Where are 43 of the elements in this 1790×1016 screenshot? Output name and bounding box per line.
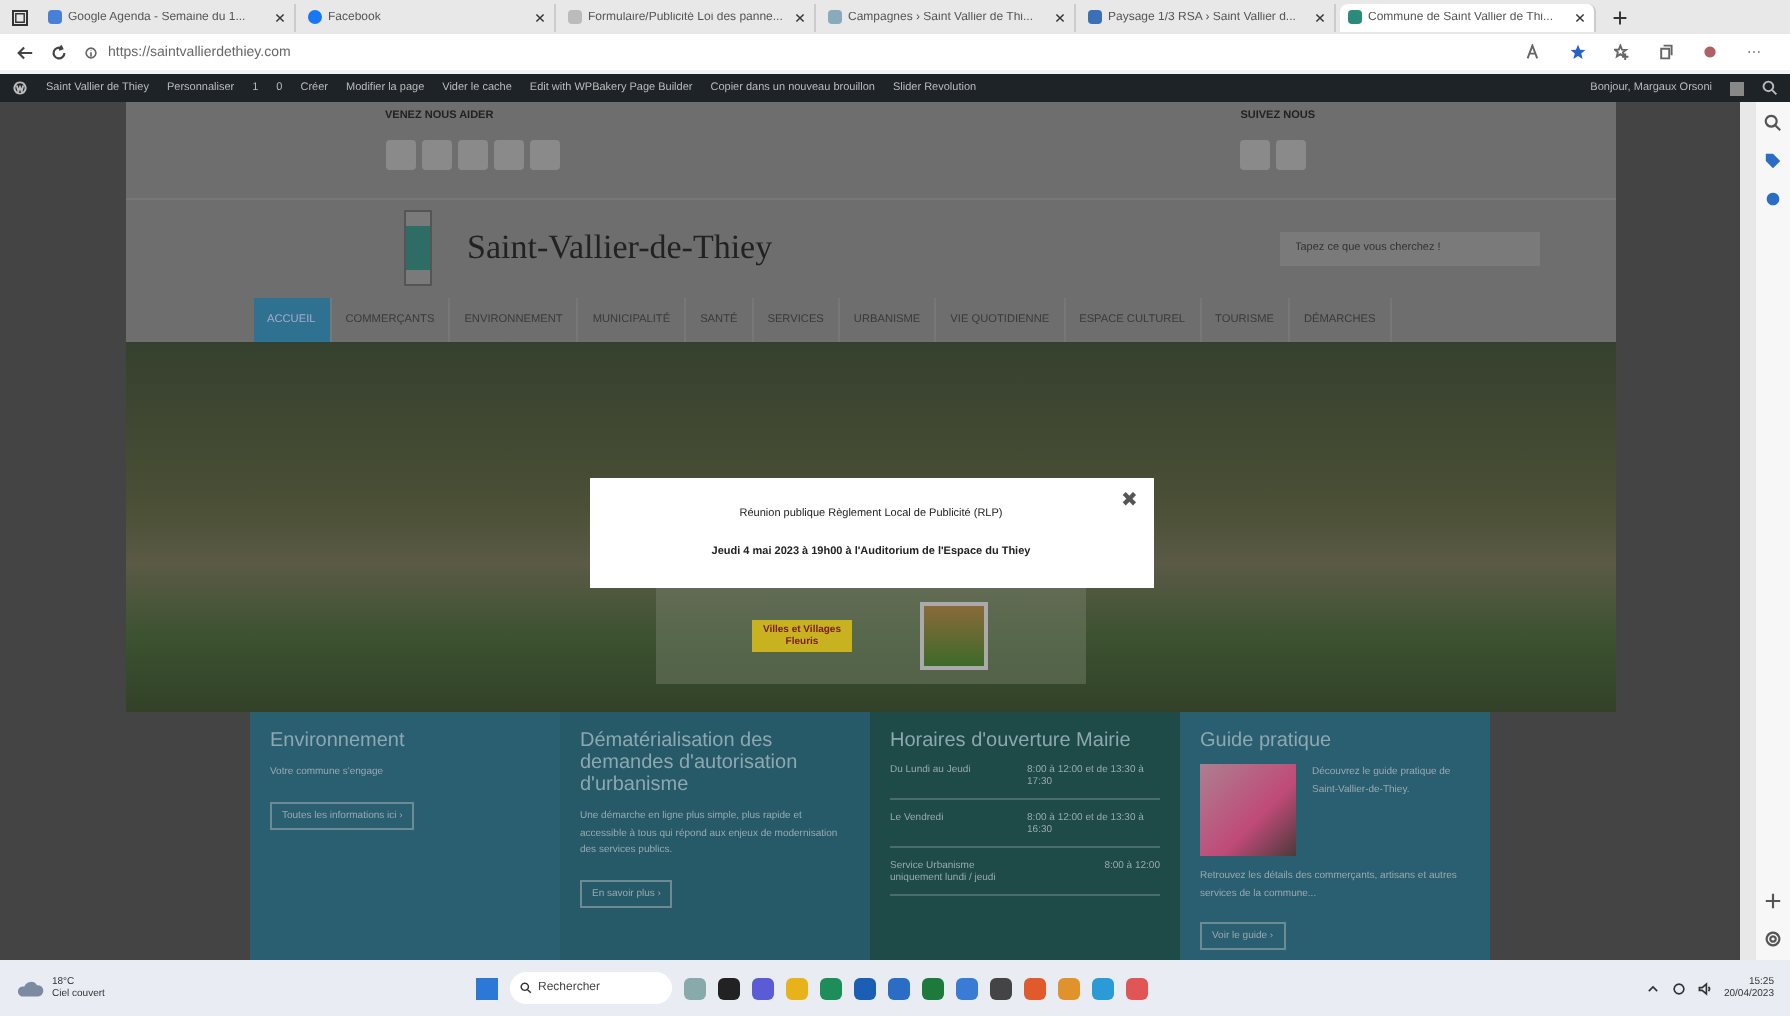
wordpress-logo-icon[interactable] — [12, 80, 28, 96]
windows-start-icon[interactable] — [476, 977, 498, 999]
chevron-up-icon[interactable] — [1645, 981, 1660, 995]
taskbar-app-icon[interactable] — [990, 977, 1012, 999]
favicon-icon — [48, 10, 62, 24]
new-tab-icon[interactable] — [1612, 9, 1628, 25]
close-icon[interactable]: ✖ — [1121, 487, 1137, 512]
collections-icon[interactable] — [1658, 44, 1674, 60]
close-icon[interactable] — [794, 11, 806, 23]
add-icon[interactable] — [1764, 892, 1782, 910]
read-aloud-icon[interactable] — [1526, 44, 1542, 60]
favicon-icon — [308, 10, 322, 24]
card-title: Guide pratique — [1200, 730, 1332, 752]
refresh-icon[interactable] — [50, 43, 68, 61]
scrollbar[interactable] — [1740, 102, 1756, 960]
favorites-icon[interactable] — [1614, 44, 1630, 60]
settings-icon[interactable] — [1764, 930, 1782, 948]
search-icon[interactable] — [520, 982, 532, 994]
close-icon[interactable] — [1574, 11, 1586, 23]
star-icon[interactable] — [1570, 44, 1586, 60]
taskbar-app-icon[interactable] — [718, 977, 740, 999]
favicon-icon — [1088, 10, 1102, 24]
guide-cover-picture — [1200, 764, 1296, 856]
close-icon[interactable] — [274, 11, 286, 23]
tag-icon[interactable] — [1764, 152, 1782, 170]
card-title: Dématérialisation des demandes d'autorisation d'urbanisme — [580, 730, 800, 796]
close-icon[interactable] — [1054, 11, 1066, 23]
speaker-icon[interactable] — [1697, 981, 1712, 995]
search-icon[interactable] — [1762, 80, 1778, 96]
close-icon[interactable] — [1314, 11, 1326, 23]
logo-picture[interactable] — [920, 601, 988, 670]
card-title: Environnement — [270, 730, 405, 752]
favicon-icon — [828, 10, 842, 24]
search-icon[interactable] — [1764, 114, 1782, 132]
back-icon[interactable] — [16, 43, 34, 61]
close-icon[interactable] — [534, 11, 546, 23]
favicon-icon — [568, 10, 582, 24]
avatar-icon — [1730, 81, 1744, 95]
coat-of-arms-icon — [403, 210, 431, 287]
favicon-icon — [1348, 10, 1362, 24]
card-title: Horaires d'ouverture Mairie — [890, 730, 1131, 752]
tab-actions-icon[interactable] — [12, 9, 28, 25]
info-icon[interactable] — [84, 45, 98, 59]
